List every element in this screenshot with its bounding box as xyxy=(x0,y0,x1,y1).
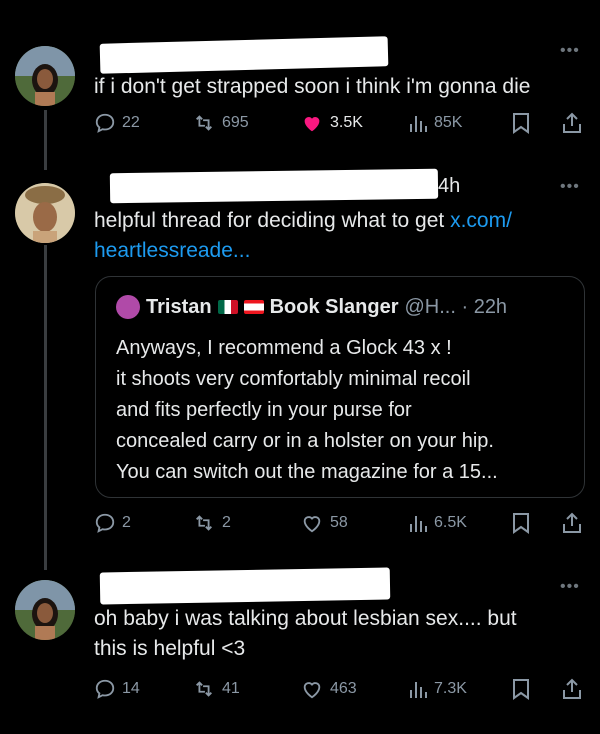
action-bar: 2 2 58 6.5K xyxy=(0,512,600,542)
reply-button[interactable]: 14 xyxy=(94,678,140,700)
repost-icon xyxy=(196,515,212,531)
avatar-image xyxy=(15,580,75,640)
views-count: 85K xyxy=(434,114,463,131)
reply-count: 22 xyxy=(122,114,140,131)
like-icon xyxy=(303,682,321,699)
repost-icon xyxy=(196,681,212,697)
quote-avatar[interactable] xyxy=(116,295,140,319)
tweet-link-continued[interactable]: heartlessreade... xyxy=(94,239,250,262)
quote-line: concealed carry or in a holster on your … xyxy=(116,430,494,452)
share-button[interactable] xyxy=(562,512,582,534)
views-count: 6.5K xyxy=(434,514,467,531)
quote-body: Anyways, I recommend a Glock 43 x ! it s… xyxy=(116,333,498,488)
repost-count: 2 xyxy=(222,514,231,531)
repost-count: 695 xyxy=(222,114,249,131)
reply-count: 2 xyxy=(122,514,131,531)
more-icon[interactable]: ••• xyxy=(560,578,580,596)
tweet-text: helpful thread for deciding what to get … xyxy=(94,206,512,266)
quote-line: and fits perfectly in your purse for xyxy=(116,399,412,421)
repost-count: 41 xyxy=(222,680,240,697)
reply-button[interactable]: 2 xyxy=(94,512,131,534)
flag-icon xyxy=(217,300,238,314)
tweet-link[interactable]: x.com/ xyxy=(450,209,512,232)
repost-icon xyxy=(196,115,212,131)
tweet-timestamp[interactable]: 4h xyxy=(438,175,460,198)
repost-button[interactable]: 41 xyxy=(192,678,240,700)
reply-icon xyxy=(95,679,115,699)
like-icon xyxy=(303,516,321,533)
like-icon xyxy=(304,117,320,132)
avatar-image xyxy=(15,46,75,106)
action-bar: 14 41 463 7.3K xyxy=(0,678,600,708)
like-button[interactable]: 3.5K xyxy=(300,112,363,134)
tweet-text-line: oh baby i was talking about lesbian sex.… xyxy=(94,607,517,630)
repost-button[interactable]: 695 xyxy=(192,112,249,134)
tweet-text-line: if i don't get strapped soon i think i'm… xyxy=(94,75,531,98)
redacted-username xyxy=(109,168,439,204)
quote-header: Tristan Book Slanger @H... · 22h xyxy=(116,295,507,319)
bookmark-icon xyxy=(513,679,529,700)
tweet[interactable]: ••• oh baby i was talking about lesbian … xyxy=(0,560,600,734)
views-button[interactable]: 85K xyxy=(408,112,462,134)
tweet[interactable]: ••• if i don't get strapped soon i think… xyxy=(0,0,600,160)
like-button[interactable]: 58 xyxy=(300,512,348,534)
redacted-username xyxy=(99,567,391,605)
redacted-username xyxy=(99,36,389,74)
tweet-text-line: helpful thread for deciding what to get xyxy=(94,209,451,232)
more-icon[interactable]: ••• xyxy=(560,178,580,196)
bookmark-button[interactable] xyxy=(512,678,530,700)
reply-icon xyxy=(95,513,115,533)
like-button[interactable]: 463 xyxy=(300,678,357,700)
avatar[interactable] xyxy=(15,183,75,243)
quote-tweet[interactable]: Tristan Book Slanger @H... · 22h Anyways… xyxy=(95,276,585,498)
bookmark-icon xyxy=(513,113,529,134)
bookmark-icon xyxy=(513,513,529,534)
quote-handle-time[interactable]: @H... · 22h xyxy=(405,296,508,319)
bookmark-button[interactable] xyxy=(512,112,530,134)
avatar[interactable] xyxy=(15,580,75,640)
reply-button[interactable]: 22 xyxy=(94,112,140,134)
action-bar: 22 695 3.5K 85K xyxy=(0,112,600,142)
repost-button[interactable]: 2 xyxy=(192,512,231,534)
views-button[interactable]: 7.3K xyxy=(408,678,467,700)
like-count: 58 xyxy=(330,514,348,531)
quote-line: Anyways, I recommend a Glock 43 x ! xyxy=(116,337,452,359)
quote-author-name[interactable]: Tristan xyxy=(146,296,212,319)
reply-count: 14 xyxy=(122,680,140,697)
tweet-text: if i don't get strapped soon i think i'm… xyxy=(94,72,530,102)
flag-icon xyxy=(243,300,264,314)
views-icon xyxy=(410,682,427,698)
share-icon xyxy=(563,112,581,133)
views-button[interactable]: 6.5K xyxy=(408,512,467,534)
like-count: 3.5K xyxy=(330,114,363,131)
share-button[interactable] xyxy=(562,678,582,700)
avatar[interactable] xyxy=(15,46,75,106)
quote-author-name-second[interactable]: Book Slanger xyxy=(270,296,399,319)
quote-line: You can switch out the magazine for a 15… xyxy=(116,461,498,483)
views-count: 7.3K xyxy=(434,680,467,697)
like-count: 463 xyxy=(330,680,357,697)
reply-icon xyxy=(95,113,115,133)
share-icon xyxy=(563,678,581,699)
more-icon[interactable]: ••• xyxy=(560,42,580,60)
avatar-image xyxy=(15,183,75,243)
share-icon xyxy=(563,512,581,533)
bookmark-button[interactable] xyxy=(512,512,530,534)
tweet-text-line: this is helpful <3 xyxy=(94,637,246,660)
quote-line: it shoots very comfortably minimal recoi… xyxy=(116,368,471,390)
share-button[interactable] xyxy=(562,112,582,134)
views-icon xyxy=(410,516,427,532)
tweet-text: oh baby i was talking about lesbian sex.… xyxy=(94,604,517,664)
views-icon xyxy=(410,116,427,132)
